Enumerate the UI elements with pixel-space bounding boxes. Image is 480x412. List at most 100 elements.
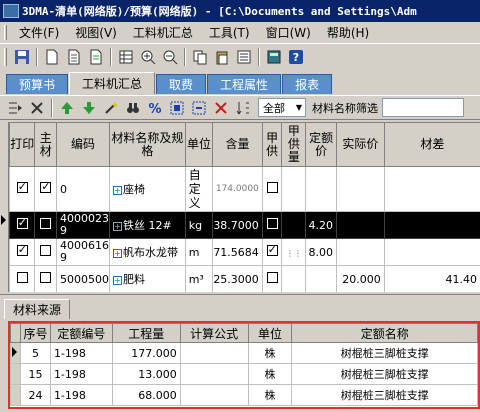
tab-fees[interactable]: 取费 — [156, 74, 207, 94]
collapse-icon[interactable] — [188, 97, 210, 119]
col-quota-code[interactable]: 定额编号 — [49, 323, 113, 343]
cell-unit[interactable]: 株 — [247, 384, 293, 406]
col-quota-name[interactable]: 定额名称 — [291, 323, 478, 343]
cell-actual[interactable] — [336, 238, 385, 266]
table-row[interactable]: 40006169 +帆布水龙带 m 71.5684 ⋮⋮ 8.00 — [9, 238, 480, 266]
table-row[interactable]: 24 1-198 68.000 株 树棍桩三脚桩支撑 — [10, 384, 478, 406]
main-material-checkbox[interactable] — [34, 265, 57, 292]
cell-quota-name[interactable]: 树棍桩三脚桩支撑 — [291, 342, 478, 364]
col-code[interactable]: 编码 — [56, 122, 110, 167]
arrow-up-icon[interactable] — [56, 97, 78, 119]
print-checkbox[interactable] — [9, 265, 36, 292]
col-seq-no[interactable]: 序号 — [19, 323, 51, 343]
cell-quantity[interactable]: 174.0000 — [212, 166, 263, 212]
cell-code[interactable]: 40000239 — [56, 211, 110, 239]
menu-help[interactable]: 帮助(H) — [319, 24, 377, 41]
col-actual-price[interactable]: 实际价 — [336, 122, 385, 167]
menu-tools[interactable]: 工具(T) — [201, 24, 258, 41]
cell-quota-code[interactable]: 1-198 — [49, 384, 113, 406]
cell-actual[interactable] — [336, 166, 385, 212]
cell-diff[interactable] — [383, 238, 480, 266]
cell-price[interactable]: 8.00 — [305, 238, 338, 266]
col-unit[interactable]: 单位 — [247, 323, 293, 343]
col-main-material[interactable]: 主材 — [34, 122, 57, 167]
paste-icon[interactable] — [211, 46, 233, 68]
cell-owner-qty[interactable] — [281, 166, 307, 212]
binoculars-icon[interactable] — [122, 97, 144, 119]
cell-diff[interactable]: 41.40 — [383, 265, 480, 292]
expand-plus-icon[interactable]: + — [113, 221, 122, 231]
menu-view[interactable]: 视图(V) — [67, 24, 125, 41]
expand-icon[interactable] — [166, 97, 188, 119]
form-icon[interactable] — [233, 46, 255, 68]
document-icon[interactable] — [85, 46, 107, 68]
table-row[interactable]: 15 1-198 13.000 株 树棍桩三脚桩支撑 — [10, 363, 478, 385]
cell-formula[interactable] — [179, 363, 249, 385]
cell-unit[interactable]: m³ — [184, 265, 214, 292]
cell-work-qty[interactable]: 177.000 — [111, 342, 181, 364]
tab-budget[interactable]: 预算书 — [6, 74, 69, 94]
help-icon[interactable]: ? — [285, 46, 307, 68]
cell-quota-name[interactable]: 树棍桩三脚桩支撑 — [291, 384, 478, 406]
cell-name[interactable]: + 铁丝 12# — [109, 211, 186, 239]
cell-name[interactable]: + 座椅 — [109, 166, 186, 212]
tab-reports[interactable]: 报表 — [282, 74, 333, 94]
sort-icon[interactable] — [232, 97, 254, 119]
grid-icon[interactable] — [115, 46, 137, 68]
col-work-qty[interactable]: 工程量 — [111, 323, 181, 343]
cell-actual[interactable]: 20.000 — [336, 265, 385, 292]
print-checkbox[interactable] — [9, 166, 36, 212]
cell-unit[interactable]: 株 — [247, 363, 293, 385]
owner-supplied-checkbox[interactable] — [261, 211, 283, 239]
col-formula[interactable]: 计算公式 — [179, 323, 249, 343]
clear-icon[interactable] — [210, 97, 232, 119]
main-material-checkbox[interactable] — [34, 166, 57, 212]
expand-plus-icon[interactable]: + — [113, 275, 122, 285]
material-filter-input[interactable] — [382, 98, 464, 117]
cell-owner-qty[interactable]: ⋮⋮ — [281, 238, 307, 266]
save-icon[interactable] — [11, 46, 33, 68]
calculator-icon[interactable] — [263, 46, 285, 68]
cell-quantity[interactable]: 25.3000 — [212, 265, 263, 292]
cell-diff[interactable] — [383, 211, 480, 239]
table-row[interactable]: 5000500 + 肥料 m³ 25.3000 20.000 41.40 — [9, 265, 480, 292]
col-print[interactable]: 打印 — [9, 122, 36, 167]
cell-name[interactable]: + 帆布水龙带 — [109, 238, 186, 266]
table-row[interactable]: 0 +座椅 自定义 174.0000 — [9, 166, 480, 212]
cell-quantity[interactable]: 38.7000 — [212, 211, 263, 239]
cell-diff[interactable] — [383, 166, 480, 212]
cell-price[interactable]: 4.20 — [305, 211, 338, 239]
expand-plus-icon[interactable]: + — [113, 185, 122, 195]
cell-owner-qty[interactable] — [281, 211, 307, 239]
cell-unit[interactable]: kg — [184, 211, 214, 239]
magic-wand-icon[interactable] — [100, 97, 122, 119]
main-material-checkbox[interactable] — [34, 211, 57, 239]
insert-row-icon[interactable] — [4, 97, 26, 119]
scope-select[interactable]: 全部 ▼ — [258, 98, 306, 117]
col-name-spec[interactable]: 材料名称及规格 — [109, 122, 186, 167]
cell-unit[interactable]: m — [184, 238, 214, 266]
cell-seq-no[interactable]: 5 — [19, 342, 51, 364]
owner-supplied-checkbox[interactable] — [261, 166, 283, 212]
print-checkbox[interactable] — [9, 238, 36, 266]
cell-quota-code[interactable]: 1-198 — [49, 342, 113, 364]
percent-icon[interactable]: % — [144, 97, 166, 119]
col-price-diff[interactable]: 材差 — [383, 122, 480, 167]
cell-work-qty[interactable]: 13.000 — [111, 363, 181, 385]
open-icon[interactable] — [63, 46, 85, 68]
zoom-out-icon[interactable] — [159, 46, 181, 68]
cell-actual[interactable] — [336, 211, 385, 239]
zoom-in-icon[interactable] — [137, 46, 159, 68]
cell-quota-name[interactable]: 树棍桩三脚桩支撑 — [291, 363, 478, 385]
col-quantity[interactable]: 含量 — [212, 122, 263, 167]
cell-work-qty[interactable]: 68.000 — [111, 384, 181, 406]
cell-owner-qty[interactable] — [281, 265, 307, 292]
delete-icon[interactable] — [26, 97, 48, 119]
cell-code[interactable]: 0 — [56, 166, 110, 212]
cell-seq-no[interactable]: 15 — [19, 363, 51, 385]
new-icon[interactable] — [41, 46, 63, 68]
cell-quantity[interactable]: 71.5684 — [212, 238, 263, 266]
owner-supplied-checkbox[interactable] — [261, 265, 283, 292]
cell-quota-code[interactable]: 1-198 — [49, 363, 113, 385]
cell-formula[interactable] — [179, 384, 249, 406]
